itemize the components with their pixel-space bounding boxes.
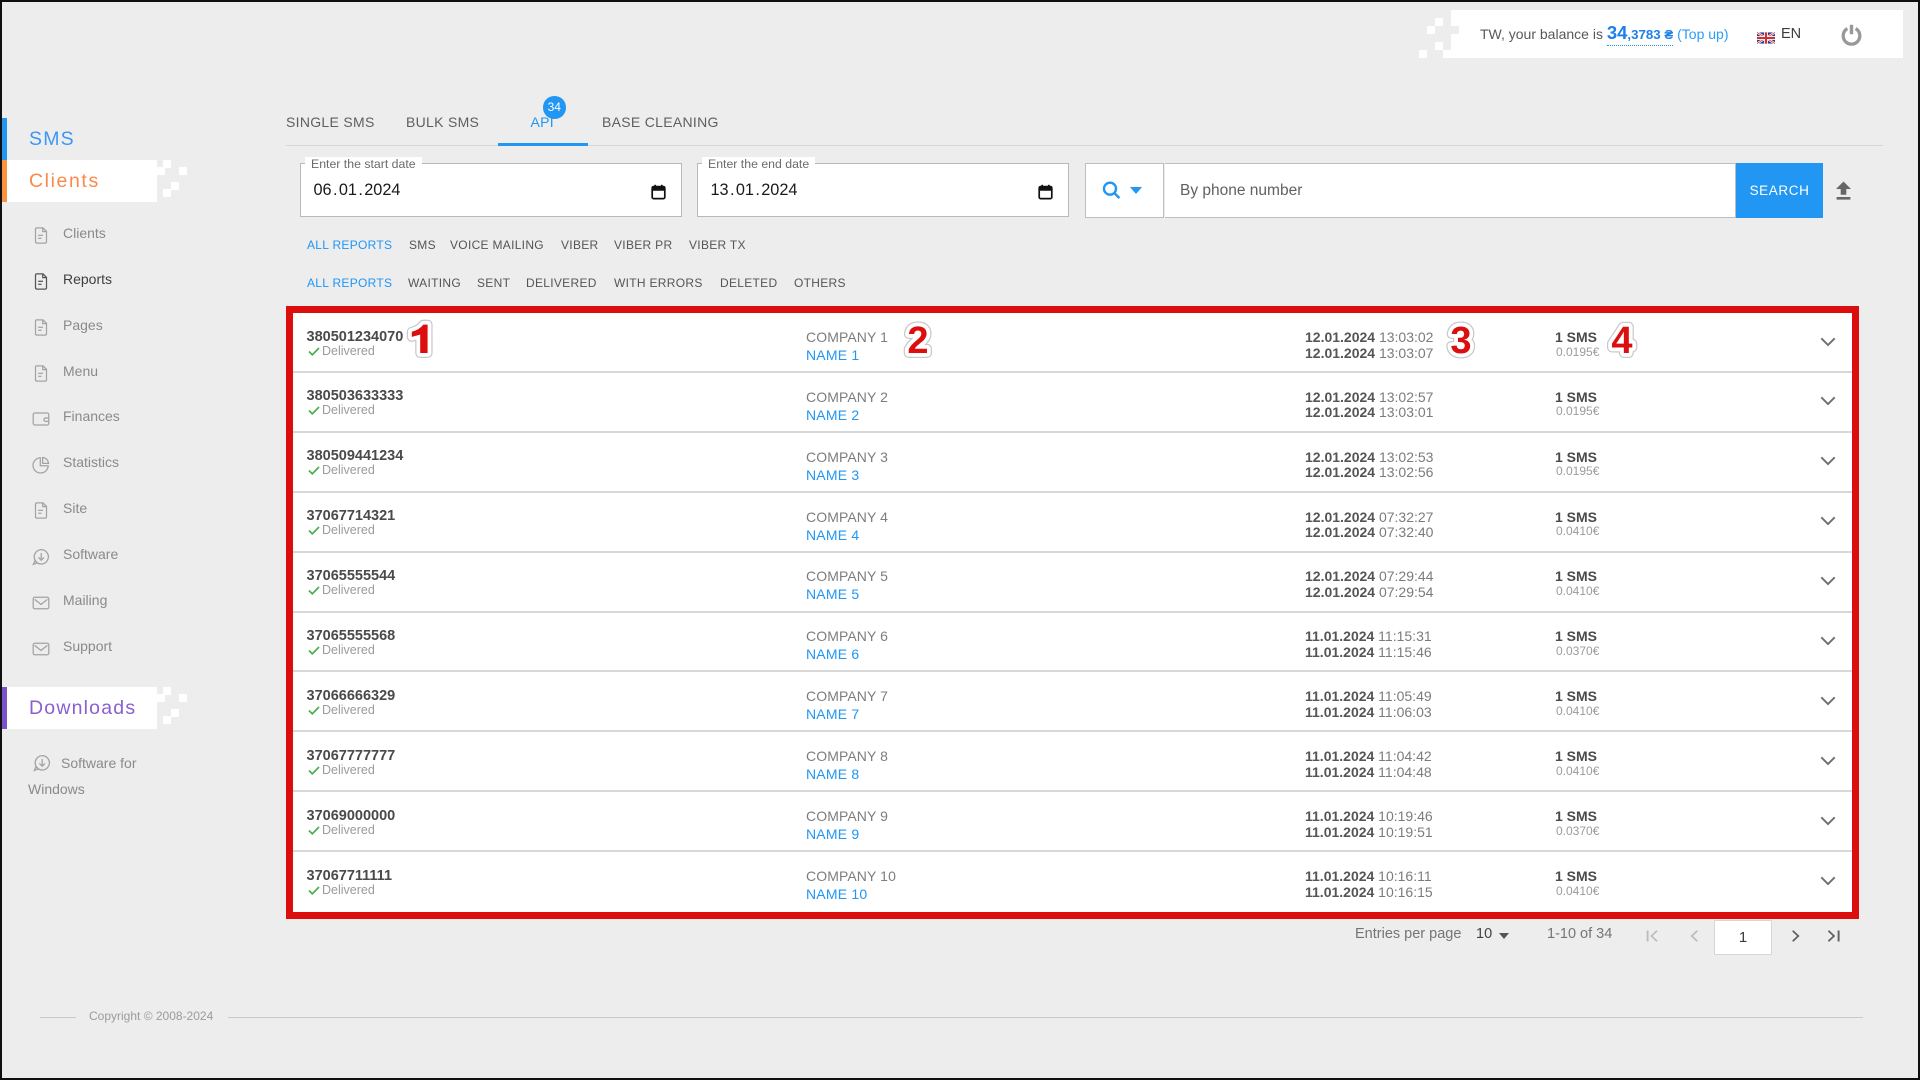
svg-text:2: 2	[907, 320, 928, 362]
svg-text:3: 3	[1450, 320, 1471, 362]
svg-text:4: 4	[1611, 320, 1632, 362]
